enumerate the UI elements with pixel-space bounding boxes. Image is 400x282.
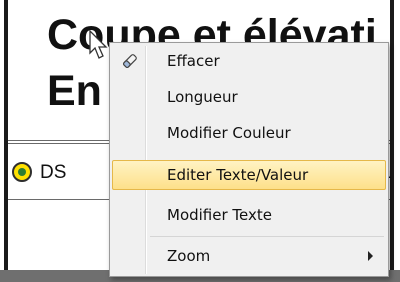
frame-border-left xyxy=(4,0,8,270)
menu-item-label: Editer Texte/Valeur xyxy=(167,166,309,184)
radio-button[interactable] xyxy=(12,162,32,182)
menu-item-modifier-couleur[interactable]: Modifier Couleur xyxy=(112,118,386,148)
menu-item-zoom[interactable]: Zoom xyxy=(112,241,386,271)
context-menu: Effacer Longueur Modifier Couleur Editer… xyxy=(109,42,389,277)
menu-item-label: Longueur xyxy=(167,88,238,106)
menu-item-effacer[interactable]: Effacer xyxy=(112,46,386,76)
menu-item-label: Zoom xyxy=(167,247,211,265)
menu-separator xyxy=(150,236,384,237)
submenu-arrow-icon xyxy=(368,251,373,261)
frame-border-right xyxy=(390,0,394,270)
menu-item-label: Modifier Couleur xyxy=(167,124,291,142)
menu-item-longueur[interactable]: Longueur xyxy=(112,82,386,112)
document-title-line-2: En xyxy=(47,67,102,115)
mouse-cursor-icon xyxy=(89,30,108,59)
eraser-icon xyxy=(122,54,137,69)
menu-item-editer-texte-valeur[interactable]: Editer Texte/Valeur xyxy=(112,160,386,190)
row-label: DS xyxy=(40,162,67,183)
menu-item-label: Effacer xyxy=(167,52,220,70)
menu-item-label: Modifier Texte xyxy=(167,206,272,224)
menu-item-modifier-texte[interactable]: Modifier Texte xyxy=(112,200,386,230)
